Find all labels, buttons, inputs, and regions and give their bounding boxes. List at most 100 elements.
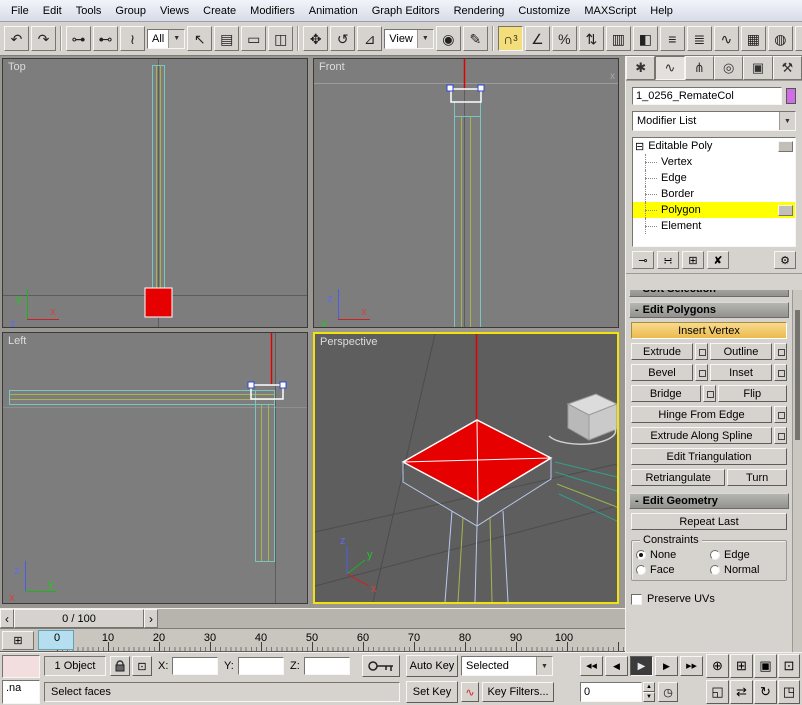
chevron-down-icon[interactable]: ▼ xyxy=(779,112,795,130)
time-slider[interactable]: ‹ 0 / 100 › xyxy=(0,608,625,629)
schematic-view-button[interactable]: ▦ xyxy=(741,26,766,51)
key-filters-button[interactable]: Key Filters... xyxy=(482,682,554,702)
render-scene-button[interactable]: ♨ xyxy=(795,26,802,51)
time-slider-prev-button[interactable]: ‹ xyxy=(0,609,14,628)
pan-view-button[interactable]: ⇄ xyxy=(730,680,753,704)
menu-maxscript[interactable]: MAXScript xyxy=(577,2,643,20)
inset-button[interactable]: Inset xyxy=(710,364,772,381)
edit-triangulation-button[interactable]: Edit Triangulation xyxy=(631,448,787,465)
tab-utilities[interactable]: ⚒ xyxy=(773,56,802,80)
chevron-down-icon[interactable]: ▼ xyxy=(417,30,433,48)
insert-vertex-button[interactable]: Insert Vertex xyxy=(631,322,787,339)
tab-modify[interactable]: ∿ xyxy=(655,56,684,80)
tab-create[interactable]: ✱ xyxy=(626,56,655,80)
rollout-edit-geometry[interactable]: - Edit Geometry xyxy=(629,493,789,509)
unlink-selection-button[interactable]: ⊷ xyxy=(93,26,118,51)
go-to-start-button[interactable]: ◀◀ xyxy=(580,656,603,676)
align-button[interactable]: ≡ xyxy=(660,26,685,51)
time-configuration-button[interactable]: ◷ xyxy=(658,682,678,702)
default-tangents-button[interactable]: ∿ xyxy=(461,682,479,702)
extrude-settings-button[interactable] xyxy=(695,343,708,360)
x-coordinate-field[interactable] xyxy=(172,657,218,675)
go-to-end-button[interactable]: ▶▶ xyxy=(680,656,703,676)
menu-create[interactable]: Create xyxy=(196,2,243,20)
chevron-down-icon[interactable]: ▼ xyxy=(168,30,184,48)
stack-item-editable-poly[interactable]: ⊟ Editable Poly xyxy=(633,138,795,154)
stack-item-polygon[interactable]: Polygon xyxy=(633,202,795,218)
tab-hierarchy[interactable]: ⋔ xyxy=(685,56,714,80)
bevel-settings-button[interactable] xyxy=(695,364,708,381)
menu-modifiers[interactable]: Modifiers xyxy=(243,2,302,20)
snaps-toggle-button[interactable]: ∩3 xyxy=(498,26,523,51)
selection-lock-button[interactable] xyxy=(110,656,130,676)
subobject-toggle[interactable] xyxy=(778,205,793,216)
angle-snap-button[interactable]: ∠ xyxy=(525,26,550,51)
tab-display[interactable]: ▣ xyxy=(743,56,772,80)
y-coordinate-field[interactable] xyxy=(238,657,284,675)
zoom-button[interactable]: ⊕ xyxy=(706,654,729,678)
retriangulate-button[interactable]: Retriangulate xyxy=(631,469,725,486)
zoom-all-button[interactable]: ⊞ xyxy=(730,654,753,678)
select-by-name-button[interactable]: ▤ xyxy=(214,26,239,51)
stack-item-vertex[interactable]: Vertex xyxy=(633,154,795,170)
undo-button[interactable]: ↶ xyxy=(4,26,29,51)
constraint-edge-radio[interactable]: Edge xyxy=(710,549,782,561)
constraint-none-radio[interactable]: None xyxy=(636,549,708,561)
menu-help[interactable]: Help xyxy=(643,2,680,20)
spinner-down-icon[interactable]: ▼ xyxy=(643,692,655,702)
arc-rotate-button[interactable]: ↻ xyxy=(754,680,777,704)
time-slider-handle[interactable]: 0 / 100 xyxy=(14,609,144,628)
stack-item-border[interactable]: Border xyxy=(633,186,795,202)
rollout-soft-selection[interactable]: - Soft Selection xyxy=(629,290,789,297)
object-color-swatch[interactable] xyxy=(786,88,796,104)
auto-key-button[interactable]: Auto Key xyxy=(406,655,458,677)
stack-item-element[interactable]: Element xyxy=(633,218,795,234)
mirror-button[interactable]: ◧ xyxy=(633,26,658,51)
set-key-button[interactable]: Set Key xyxy=(406,681,458,703)
viewport-front[interactable]: Front x z x y xyxy=(313,58,619,328)
reference-coordinate-combo[interactable]: View ▼ xyxy=(384,29,434,49)
tab-motion[interactable]: ◎ xyxy=(714,56,743,80)
maxscript-mini-listener[interactable]: .na xyxy=(2,680,40,704)
use-pivot-center-button[interactable]: ◉ xyxy=(436,26,461,51)
macro-recorder-pane[interactable] xyxy=(2,655,40,678)
constraint-normal-radio[interactable]: Normal xyxy=(710,564,782,576)
object-name-field[interactable] xyxy=(632,87,782,105)
command-panel-scrollbar[interactable] xyxy=(792,290,802,652)
extrude-along-spline-settings-button[interactable] xyxy=(774,427,787,444)
select-object-button[interactable]: ↖ xyxy=(187,26,212,51)
z-coordinate-field[interactable] xyxy=(304,657,350,675)
set-keys-button[interactable] xyxy=(362,655,400,677)
track-bar-ruler[interactable]: 0 10 20 30 40 50 60 70 80 90 100 xyxy=(38,629,625,651)
outline-button[interactable]: Outline xyxy=(710,343,772,360)
play-animation-button[interactable]: ▶ xyxy=(630,656,653,676)
tree-collapse-icon[interactable]: ⊟ xyxy=(635,140,644,153)
turn-button[interactable]: Turn xyxy=(727,469,787,486)
bridge-button[interactable]: Bridge xyxy=(631,385,701,402)
menu-rendering[interactable]: Rendering xyxy=(447,2,512,20)
percent-snap-button[interactable]: % xyxy=(552,26,577,51)
modifier-list-combo[interactable]: Modifier List ▼ xyxy=(632,111,796,131)
scrollbar-thumb[interactable] xyxy=(795,310,800,440)
layer-manager-button[interactable]: ≣ xyxy=(687,26,712,51)
zoom-extents-all-button[interactable]: ⊡ xyxy=(778,654,800,678)
selection-filter-combo[interactable]: All ▼ xyxy=(147,29,185,49)
preserve-uvs-checkbox-row[interactable]: Preserve UVs xyxy=(631,593,787,605)
named-selection-sets-button[interactable]: ▥ xyxy=(606,26,631,51)
pin-stack-button[interactable]: ⊸ xyxy=(632,251,654,269)
menu-customize[interactable]: Customize xyxy=(511,2,577,20)
absolute-offset-toggle[interactable]: ⊡ xyxy=(132,656,152,676)
frame-spinner[interactable]: ▲ ▼ xyxy=(643,682,655,702)
hinge-settings-button[interactable] xyxy=(774,406,787,423)
menu-graph-editors[interactable]: Graph Editors xyxy=(365,2,447,20)
select-and-manipulate-button[interactable]: ✎ xyxy=(463,26,488,51)
spinner-snap-button[interactable]: ⇅ xyxy=(579,26,604,51)
extrude-along-spline-button[interactable]: Extrude Along Spline xyxy=(631,427,772,444)
menu-group[interactable]: Group xyxy=(108,2,153,20)
key-mode-combo[interactable]: Selected ▼ xyxy=(461,656,553,676)
make-unique-button[interactable]: ⊞ xyxy=(682,251,704,269)
window-crossing-button[interactable]: ◫ xyxy=(268,26,293,51)
select-and-move-button[interactable]: ✥ xyxy=(303,26,328,51)
zoom-extents-button[interactable]: ▣ xyxy=(754,654,777,678)
extrude-button[interactable]: Extrude xyxy=(631,343,693,360)
